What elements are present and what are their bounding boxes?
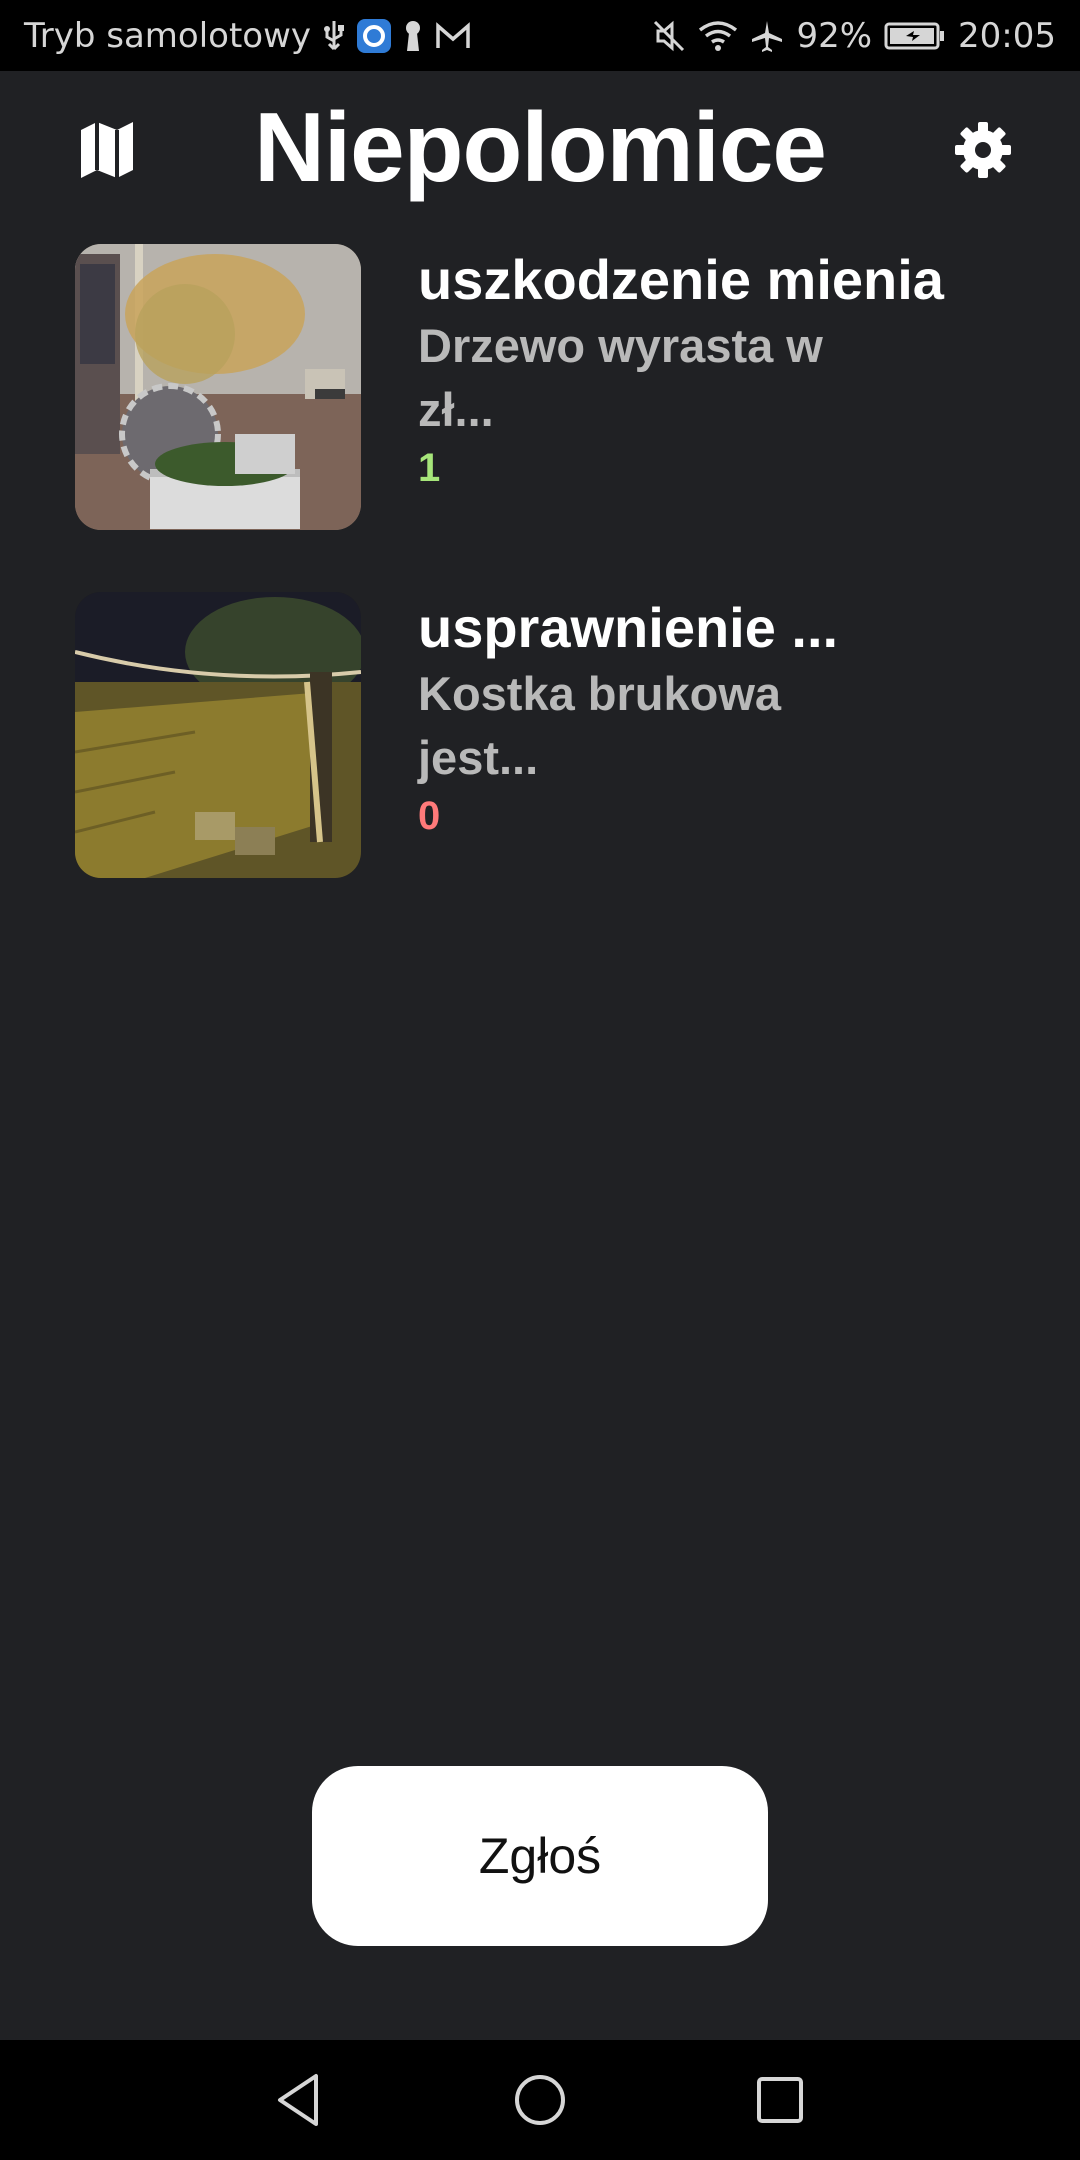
status-right: 92% 20:05 — [652, 16, 1056, 56]
report-text: uszkodzenie mienia Drzewo wyrasta w zł..… — [418, 244, 1038, 494]
report-thumbnail — [75, 592, 361, 878]
report-title: uszkodzenie mienia — [418, 248, 944, 311]
wifi-icon — [698, 20, 738, 52]
usb-icon — [323, 19, 345, 53]
keyhole-icon — [403, 19, 423, 53]
report-thumbnail — [75, 244, 361, 530]
report-text: usprawnienie ... Kostka brukowa jest... … — [418, 592, 1038, 842]
carrier-text: Tryb samolotowy — [24, 15, 312, 56]
recents-button[interactable] — [735, 2055, 825, 2145]
report-description: Kostka brukowa jest... — [418, 667, 782, 784]
back-icon — [278, 2074, 318, 2126]
report-title: usprawnienie ... — [418, 596, 839, 659]
system-nav-bar — [0, 2040, 1080, 2160]
battery-percent: 92% — [796, 15, 873, 56]
home-icon — [515, 2075, 565, 2125]
settings-button[interactable] — [946, 113, 1020, 187]
app-header: Niepolomice — [0, 71, 1080, 221]
home-button[interactable] — [495, 2055, 585, 2145]
gear-icon — [955, 122, 1011, 178]
report-item[interactable]: usprawnienie ... Kostka brukowa jest... … — [0, 592, 1080, 882]
back-button[interactable] — [255, 2055, 345, 2145]
app-notification-icon — [357, 18, 392, 53]
report-item[interactable]: uszkodzenie mienia Drzewo wyrasta w zł..… — [0, 244, 1080, 534]
report-list: uszkodzenie mienia Drzewo wyrasta w zł..… — [0, 244, 1080, 940]
report-vote-count: 0 — [418, 794, 441, 838]
status-time: 20:05 — [958, 15, 1056, 56]
status-left: Tryb samolotowy — [24, 16, 471, 56]
battery-icon — [884, 21, 946, 51]
report-description: Drzewo wyrasta w zł... — [418, 319, 823, 436]
page-title: Niepolomice — [254, 92, 827, 202]
report-button[interactable]: Zgłoś — [312, 1766, 768, 1946]
report-vote-count: 1 — [418, 446, 441, 490]
status-bar: Tryb samolotowy 92% 20:05 — [0, 0, 1080, 71]
gmail-icon — [435, 21, 471, 51]
mute-icon — [652, 19, 686, 53]
airplane-icon — [750, 19, 784, 53]
recents-icon — [757, 2077, 803, 2123]
